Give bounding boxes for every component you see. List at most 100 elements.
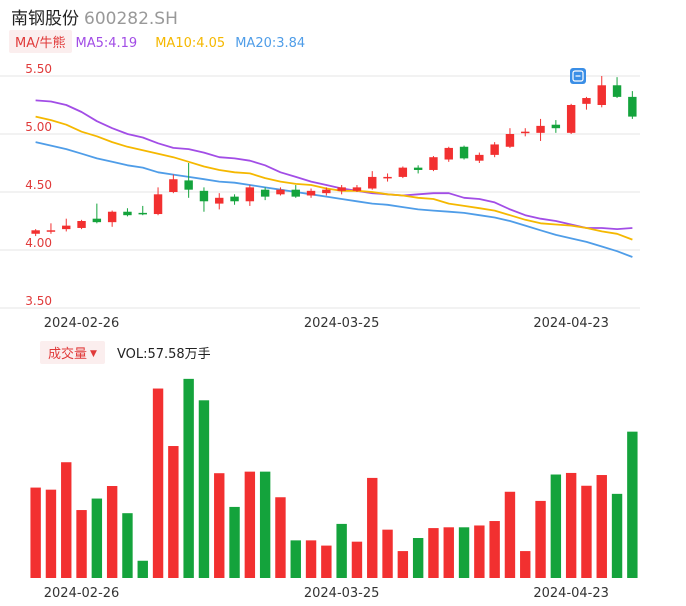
ma10-line	[35, 115, 633, 241]
volume-bar	[504, 491, 516, 578]
volume-bar	[152, 388, 164, 578]
candle-body	[46, 230, 56, 232]
event-marker-icon[interactable]	[570, 68, 586, 84]
volume-bar	[183, 378, 194, 578]
volume-x-tick-label: 2024-04-23	[533, 586, 609, 601]
volume-bar	[30, 487, 41, 578]
ma20-line	[35, 141, 633, 258]
candle-body	[628, 96, 637, 117]
candle-body	[429, 157, 438, 170]
volume-bar	[336, 523, 347, 578]
volume-bar	[76, 510, 87, 578]
volume-bar	[596, 475, 607, 578]
stock-chart: 5.50 5.00 4.50 4.00 3.50 2024-02-26 2024-03-2…	[0, 62, 640, 601]
volume-bar	[198, 400, 210, 578]
candle-body	[306, 190, 316, 196]
volume-bar	[259, 471, 271, 578]
volume-bar	[168, 446, 179, 578]
candle-body	[153, 194, 163, 215]
candle-body	[138, 212, 147, 215]
volume-bar	[474, 525, 485, 578]
volume-bar	[412, 538, 424, 578]
volume-bar	[275, 497, 286, 578]
price-y-tick-label: 3.50	[25, 294, 52, 308]
volume-x-axis: 2024-02-26 2024-03-25 2024-04-23	[44, 586, 609, 601]
volume-bar	[627, 431, 638, 578]
volume-bar	[61, 462, 72, 578]
volume-bar	[397, 551, 409, 578]
price-y-tick-label: 4.50	[25, 178, 52, 192]
candle-body	[612, 85, 622, 97]
volume-bar	[520, 551, 531, 578]
price-y-tick-label: 5.50	[25, 62, 52, 76]
volume-bar	[611, 493, 623, 578]
volume-bar	[581, 485, 592, 578]
candle-body	[245, 187, 255, 202]
price-y-tick-label: 4.00	[25, 236, 52, 250]
candle-body	[77, 221, 86, 228]
volume-bar	[137, 560, 148, 578]
candle-body	[413, 167, 423, 170]
candle-body	[490, 144, 499, 155]
volume-bar	[244, 471, 256, 578]
candle-body	[184, 180, 193, 190]
price-y-tick-label: 5.00	[25, 120, 52, 134]
candle-body	[260, 189, 270, 197]
candle-body	[352, 187, 362, 191]
volume-bar	[565, 472, 577, 578]
candle-body	[459, 146, 469, 159]
volume-bar	[45, 489, 57, 578]
candle-body	[597, 85, 606, 105]
candle-body	[322, 189, 331, 194]
candle-body	[230, 196, 239, 202]
price-x-axis: 2024-02-26 2024-03-25 2024-04-23	[44, 316, 609, 331]
volume-bar	[214, 473, 225, 578]
candle-body	[215, 197, 224, 204]
volume-bar	[443, 527, 454, 578]
volume-bar	[122, 513, 133, 578]
candle-body	[582, 98, 591, 104]
volume-bar	[321, 545, 332, 578]
volume-bar	[367, 477, 378, 578]
price-grid	[0, 75, 640, 309]
candle-body	[107, 211, 117, 223]
volume-bar	[550, 474, 562, 578]
volume-bar	[535, 500, 546, 578]
candlesticks	[31, 76, 637, 237]
volume-bar	[91, 498, 103, 578]
candle-body	[444, 147, 453, 160]
candle-body	[368, 176, 377, 189]
volume-bar	[305, 540, 317, 578]
candle-body	[31, 230, 40, 234]
volume-bar	[458, 527, 470, 578]
volume-bar	[428, 528, 439, 578]
candle-body	[521, 131, 530, 134]
volume-bar	[290, 540, 301, 578]
candle-body	[475, 154, 484, 161]
candle-body	[62, 225, 71, 230]
volume-bar	[229, 506, 240, 578]
candle-body	[337, 187, 346, 191]
candle-body	[398, 167, 408, 177]
candle-body	[199, 190, 209, 202]
volume-x-tick-label: 2024-03-25	[304, 586, 380, 601]
candle-body	[169, 179, 178, 192]
moving-average-lines	[35, 99, 633, 258]
volume-bar	[106, 486, 118, 578]
candle-body	[276, 189, 285, 195]
candle-body	[536, 125, 545, 133]
volume-bars	[30, 378, 638, 578]
volume-x-tick-label: 2024-02-26	[44, 586, 120, 601]
volume-bar	[489, 521, 500, 578]
volume-bar	[382, 529, 393, 578]
price-y-axis: 5.50 5.00 4.50 4.00 3.50	[25, 62, 52, 308]
price-x-tick-label: 2024-03-25	[304, 316, 380, 331]
candle-body	[123, 211, 132, 216]
candle-body	[383, 176, 392, 179]
candle-body	[551, 124, 561, 129]
candle-body	[566, 105, 576, 133]
candle-body	[505, 134, 515, 147]
candle-body	[92, 218, 102, 223]
candle-body	[291, 189, 300, 197]
volume-bar	[351, 541, 363, 578]
